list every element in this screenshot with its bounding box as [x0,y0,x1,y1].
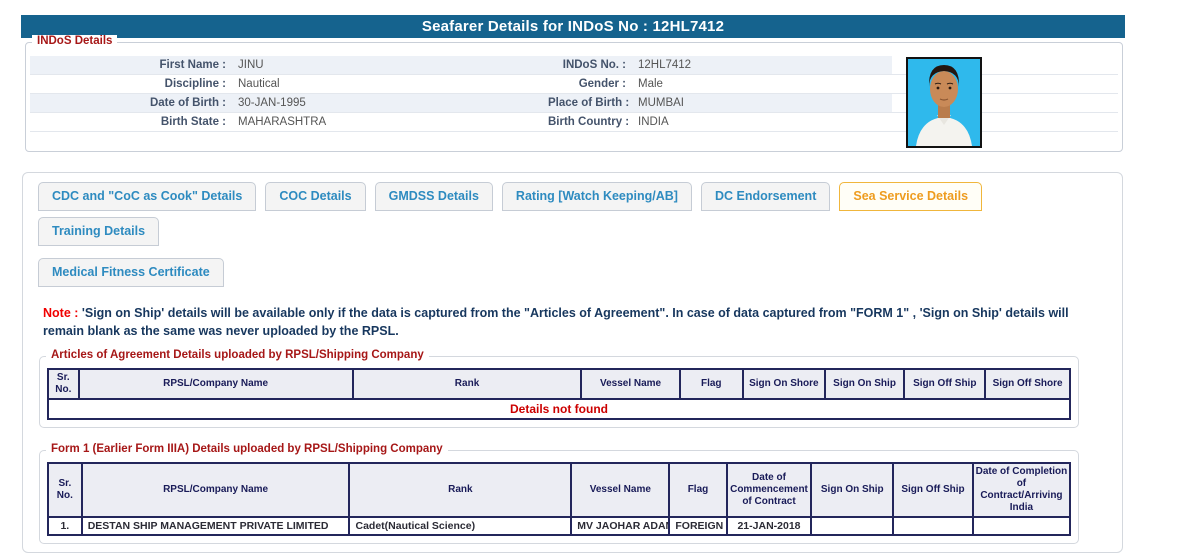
discipline-value: Nautical [238,78,280,90]
column-header-sr-no: Sr. No. [47,462,83,518]
form1-section: Form 1 (Earlier Form IIIA) Details uploa… [39,443,1079,544]
tab-rating-watch-keeping-ab[interactable]: Rating [Watch Keeping/AB] [501,182,692,211]
cell-commencement-date: 21-JAN-2018 [725,516,813,536]
column-header-sign-off-ship: Sign Off Ship [892,462,974,518]
column-header-sign-off-shore: Sign Off Shore [984,368,1071,400]
tab-label: GMDSS Details [388,189,479,203]
cell-sign-on-ship [810,516,895,536]
cell-sr-no: 1. [47,516,83,536]
tab-label: COC Details [279,189,352,203]
birth-state-label: Birth State : [160,116,226,128]
person-avatar-icon [916,65,972,146]
column-header-rank: Rank [348,462,573,518]
articles-of-agreement-table: Sr. No. RPSL/Company Name Rank Vessel Na… [47,368,1071,420]
discipline-label: Discipline : [164,78,226,90]
column-header-sign-off-ship: Sign Off Ship [903,368,987,400]
seafarer-tabs-panel: CDC and "CoC as Cook" Details COC Detail… [22,172,1123,553]
tab-cdc-coc-as-cook-details[interactable]: CDC and "CoC as Cook" Details [38,182,257,211]
gender-value: Male [638,78,663,90]
column-header-company: RPSL/Company Name [77,368,354,400]
birth-country-value: INDIA [638,116,669,128]
page-title: Seafarer Details for INDoS No : 12HL7412 [421,18,725,35]
form1-legend: Form 1 (Earlier Form IIIA) Details uploa… [46,443,448,455]
column-header-sign-on-ship: Sign On Ship [810,462,895,518]
note-prefix: Note : [43,306,82,320]
indos-no-value: 12HL7412 [638,59,692,71]
tab-coc-details[interactable]: COC Details [265,182,366,211]
tab-label: Sea Service Details [853,189,969,203]
column-header-sign-on-shore: Sign On Shore [741,368,826,400]
table-header-row: Sr. No. RPSL/Company Name Rank Vessel Na… [47,368,1071,400]
form1-table: Sr. No. RPSL/Company Name Rank Vessel Na… [47,462,1072,536]
first-name-value: JINU [238,59,264,71]
tab-label: DC Endorsement [714,189,817,203]
column-header-vessel: Vessel Name [570,462,671,518]
place-of-birth-value: MUMBAI [638,97,684,109]
date-of-birth-value: 30-JAN-1995 [238,97,306,109]
column-header-rank: Rank [351,368,583,400]
details-not-found-message: Details not found [47,398,1071,420]
cell-vessel: MV JAOHAR ADAM [570,516,671,536]
date-of-birth-label: Date of Birth : [149,97,226,109]
birth-state-value: MAHARASHTRA [238,116,327,128]
tab-label: Training Details [52,224,146,238]
empty-details-row: Details not found [47,398,1071,420]
note-text: 'Sign on Ship' details will be available… [43,306,1069,338]
tab-label: Rating [Watch Keeping/AB] [515,189,678,203]
tab-dc-endorsement[interactable]: DC Endorsement [700,182,831,211]
tab-strip: CDC and "CoC as Cook" Details COC Detail… [23,173,1122,287]
table-header-row: Sr. No. RPSL/Company Name Rank Vessel Na… [47,462,1072,518]
column-header-completion-date: Date of Completion of Contract/Arriving … [971,462,1072,518]
place-of-birth-label: Place of Birth : [548,97,630,109]
tab-sea-service-details[interactable]: Sea Service Details [839,182,983,211]
first-name-label: First Name : [159,59,226,71]
column-header-sign-on-ship: Sign On Ship [823,368,906,400]
tab-gmdss-details[interactable]: GMDSS Details [374,182,493,211]
tab-training-details[interactable]: Training Details [38,217,160,246]
cell-rank: Cadet(Nautical Science) [348,516,573,536]
articles-of-agreement-section: Articles of Agreement Details uploaded b… [39,349,1079,428]
cell-flag: FOREIGN [668,516,728,536]
articles-of-agreement-legend: Articles of Agreement Details uploaded b… [46,349,429,361]
cell-company: DESTAN SHIP MANAGEMENT PRIVATE LIMITED [80,516,351,536]
table-row: 1. DESTAN SHIP MANAGEMENT PRIVATE LIMITE… [47,516,1072,536]
cell-sign-off-ship [892,516,974,536]
column-header-vessel: Vessel Name [580,368,681,400]
indos-details-legend: INDoS Details [32,35,118,47]
column-header-company: RPSL/Company Name [80,462,351,518]
indos-no-label: INDoS No. : [562,59,626,71]
column-header-sr-no: Sr. No. [47,368,80,400]
page-title-bar: Seafarer Details for INDoS No : 12HL7412 [21,15,1125,38]
indos-details-section: INDoS Details First Name : JINU INDoS No… [25,35,1123,152]
sign-on-ship-note: Note : 'Sign on Ship' details will be av… [43,305,1102,340]
column-header-flag: Flag [678,368,744,400]
column-header-flag: Flag [668,462,728,518]
cell-completion-date [971,516,1072,536]
tab-medical-fitness-certificate[interactable]: Medical Fitness Certificate [38,258,224,287]
birth-country-label: Birth Country : [548,116,630,128]
tab-label: CDC and "CoC as Cook" Details [52,189,243,203]
column-header-commencement-date: Date of Commencement of Contract [725,462,813,518]
tab-label: Medical Fitness Certificate [52,265,210,279]
seafarer-photo [906,57,982,148]
gender-label: Gender : [578,78,626,90]
